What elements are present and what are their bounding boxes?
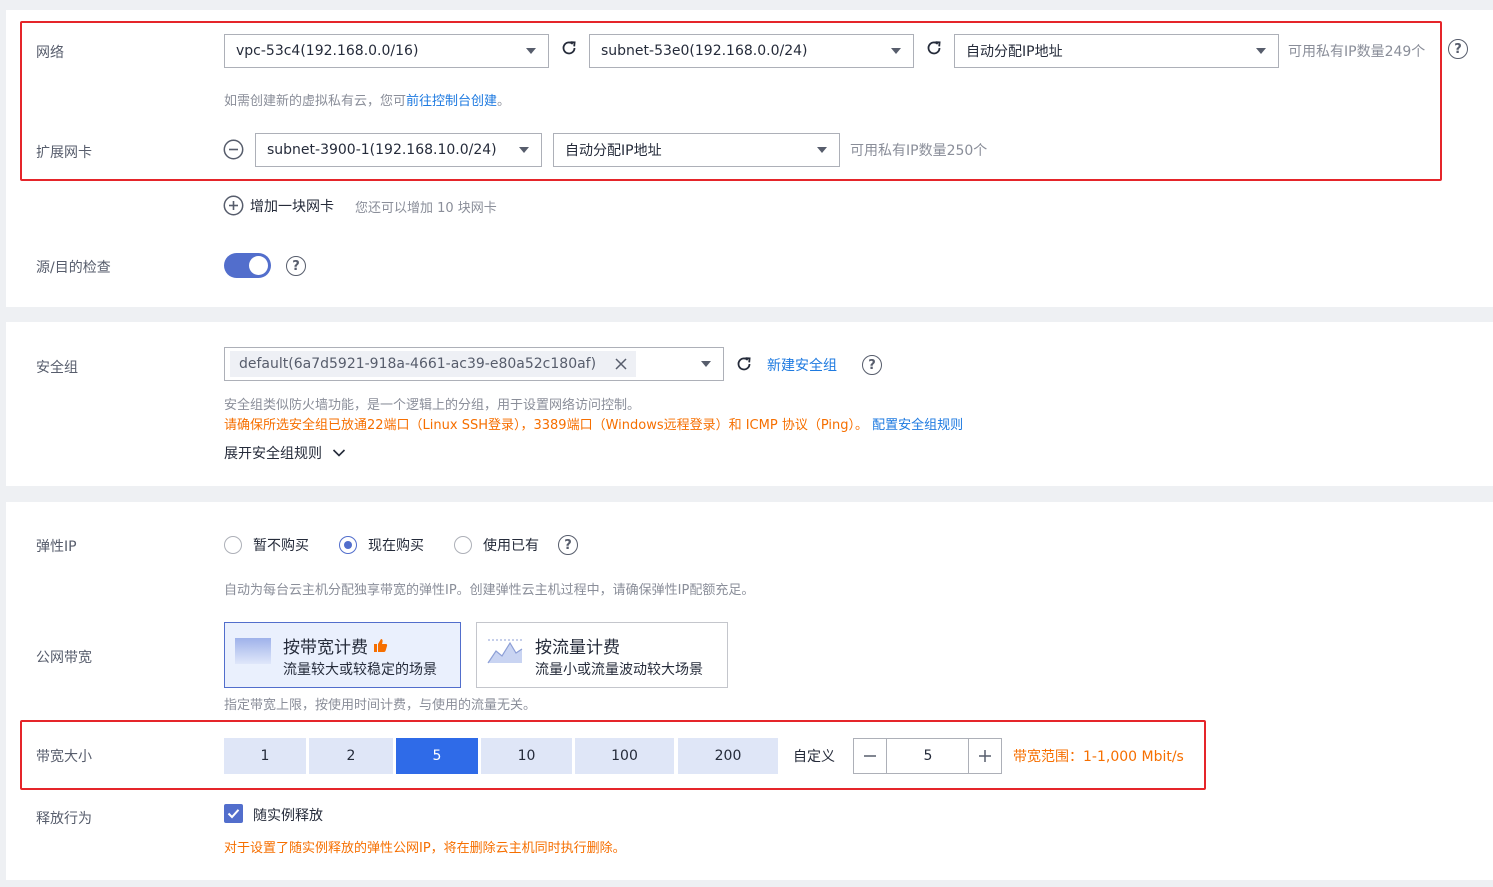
bill-by-bandwidth-card[interactable]: 按带宽计费 流量较大或较稳定的场景 [224,622,461,688]
vpc-select[interactable]: vpc-53c4(192.168.0.0/16) [224,34,549,68]
help-icon[interactable]: ? [558,535,578,555]
security-group-warning: 请确保所选安全组已放通22端口（Linux SSH登录），3389端口（Wind… [224,414,963,433]
radio-buy-now-label[interactable]: 现在购买 [368,535,424,555]
src-dst-check-toggle[interactable] [224,253,271,278]
custom-bandwidth-label: 自定义 [793,749,835,765]
release-with-instance-checkbox[interactable] [224,804,243,823]
vpc-select-value: vpc-53c4(192.168.0.0/16) [236,43,419,59]
chevron-down-icon [817,147,827,153]
chevron-down-icon [701,361,711,367]
bandwidth-chart-icon [235,638,271,664]
add-circle-icon[interactable] [223,195,244,216]
minus-icon [864,755,876,757]
release-with-instance-label[interactable]: 随实例释放 [253,805,323,825]
ip-mode-select[interactable]: 自动分配IP地址 [954,34,1279,68]
chevron-down-icon [332,449,346,457]
bandwidth-option-1[interactable]: 1 [224,738,306,774]
security-group-select[interactable]: default(6a7d5921-918a-4661-ac39-e80a52c1… [224,347,724,381]
bill-by-bandwidth-title: 按带宽计费 [283,633,388,658]
remove-circle-icon[interactable] [223,139,244,160]
help-icon[interactable]: ? [1448,39,1468,59]
public-bandwidth-hint: 指定带宽上限，按使用时间计费，与使用的流量无关。 [224,698,537,713]
bandwidth-custom-input[interactable]: 5 [887,739,969,773]
ext-nic-label: 扩展网卡 [36,145,92,161]
traffic-chart-icon [487,639,523,664]
bandwidth-size-label: 带宽大小 [36,749,92,765]
ext-nic-ip-mode-value: 自动分配IP地址 [565,143,662,159]
add-nic-button[interactable]: 增加一块网卡 [250,196,334,216]
bandwidth-option-100[interactable]: 100 [575,738,674,774]
checkmark-icon [227,809,240,819]
vpc-hint: 如需创建新的虚拟私有云，您可前往控制台创建。 [224,90,510,109]
release-warning: 对于设置了随实例释放的弹性公网IP，将在删除云主机同时执行删除。 [224,841,626,856]
refresh-icon[interactable] [925,39,943,57]
bandwidth-option-2[interactable]: 2 [309,738,393,774]
bandwidth-option-10[interactable]: 10 [481,738,572,774]
expand-rules-toggle[interactable]: 展开安全组规则 [224,443,346,463]
security-group-tag: default(6a7d5921-918a-4661-ac39-e80a52c1… [230,351,637,377]
add-nic-hint: 您还可以增加 10 块网卡 [355,201,497,216]
ext-nic-ip-mode-select[interactable]: 自动分配IP地址 [553,133,840,167]
available-ip-text: 可用私有IP数量249个 [1288,44,1426,60]
bandwidth-option-200[interactable]: 200 [678,738,778,774]
ext-nic-available-ip: 可用私有IP数量250个 [850,143,988,159]
security-group-label: 安全组 [36,360,78,376]
chevron-down-icon [1256,48,1266,54]
subnet-select[interactable]: subnet-53e0(192.168.0.0/24) [589,34,914,68]
help-icon[interactable]: ? [862,355,882,375]
radio-use-existing-label[interactable]: 使用已有 [483,535,539,555]
bill-by-bandwidth-title-text: 按带宽计费 [283,638,368,658]
create-vpc-link[interactable]: 前往控制台创建 [406,94,497,109]
security-group-tag-text: default(6a7d5921-918a-4661-ac39-e80a52c1… [239,356,597,372]
config-security-group-link[interactable]: 配置安全组规则 [872,418,963,433]
eip-hint: 自动为每台云主机分配独享带宽的弹性IP。创建弹性云主机过程中，请确保弹性IP配额… [224,583,755,598]
ip-mode-select-value: 自动分配IP地址 [966,44,1063,60]
refresh-icon[interactable] [560,39,578,57]
bandwidth-stepper: 5 [853,738,1002,774]
ext-nic-subnet-value: subnet-3900-1(192.168.10.0/24) [267,142,497,158]
security-group-desc: 安全组类似防火墙功能，是一个逻辑上的分组，用于设置网络访问控制。 [224,398,641,413]
bandwidth-range-text: 带宽范围：1-1,000 Mbit/s [1013,749,1184,765]
subnet-select-value: subnet-53e0(192.168.0.0/24) [601,43,808,59]
public-bandwidth-label: 公网带宽 [36,650,92,666]
chevron-down-icon [526,48,536,54]
toggle-knob [249,256,268,275]
radio-no-purchase[interactable] [224,536,242,554]
increment-button[interactable] [968,739,1001,773]
radio-no-purchase-label[interactable]: 暂不购买 [253,535,309,555]
expand-rules-label: 展开安全组规则 [224,446,322,462]
ext-nic-subnet-select[interactable]: subnet-3900-1(192.168.10.0/24) [255,133,542,167]
plus-icon [979,750,991,762]
eip-label: 弹性IP [36,539,77,555]
vpc-hint-suffix: 。 [497,94,511,109]
new-security-group-link[interactable]: 新建安全组 [767,355,837,375]
security-group-warn-text: 请确保所选安全组已放通22端口（Linux SSH登录），3389端口（Wind… [224,418,868,433]
refresh-icon[interactable] [735,355,753,373]
vpc-hint-text: 如需创建新的虚拟私有云，您可 [224,94,407,109]
radio-use-existing[interactable] [454,536,472,554]
bandwidth-option-5[interactable]: 5 [396,738,478,774]
close-icon[interactable] [614,357,628,371]
eip-card [6,502,1493,880]
network-label: 网络 [36,45,64,61]
chevron-down-icon [891,48,901,54]
bill-by-traffic-sub: 流量小或流量波动较大场景 [535,662,703,678]
decrement-button[interactable] [854,739,887,773]
src-dst-check-label: 源/目的检查 [36,260,111,276]
bill-by-traffic-title: 按流量计费 [535,638,620,658]
chevron-down-icon [519,147,529,153]
bill-by-bandwidth-sub: 流量较大或较稳定的场景 [283,662,437,678]
radio-buy-now[interactable] [339,536,357,554]
help-icon[interactable]: ? [286,256,306,276]
thumbs-up-icon [374,639,388,652]
release-behavior-label: 释放行为 [36,811,92,827]
bill-by-traffic-card[interactable]: 按流量计费 流量小或流量波动较大场景 [476,622,728,688]
